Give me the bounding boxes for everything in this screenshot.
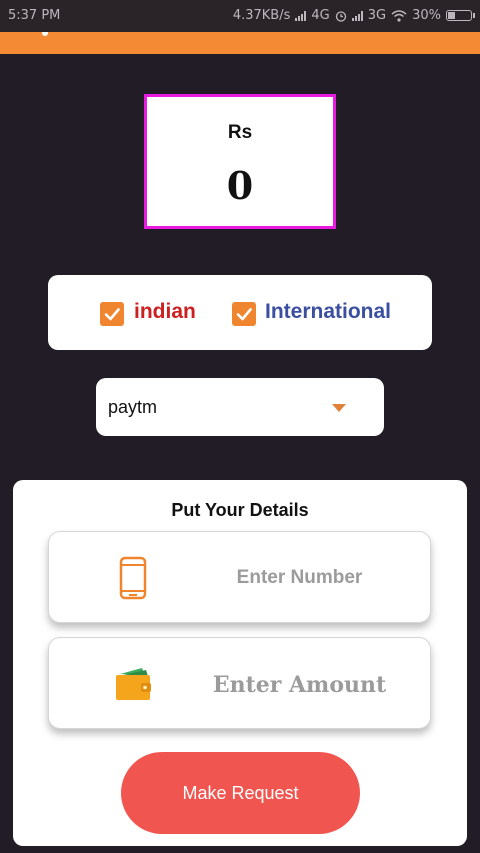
balance-card: Rs 0 bbox=[144, 94, 336, 229]
checkmark-icon bbox=[104, 308, 120, 321]
payment-method-value: paytm bbox=[108, 397, 158, 417]
number-field[interactable]: Enter Number bbox=[48, 531, 431, 623]
network-type-2: 3G bbox=[367, 8, 387, 23]
battery-percent: 30% bbox=[412, 8, 441, 23]
status-time: 5:37 PM bbox=[8, 8, 61, 23]
international-label[interactable]: International bbox=[265, 300, 391, 324]
signal-icon bbox=[295, 10, 307, 21]
balance-currency: Rs bbox=[227, 122, 253, 143]
chevron-down-icon bbox=[332, 404, 346, 412]
checkmark-icon bbox=[236, 308, 252, 321]
network-type-1: 4G bbox=[311, 8, 330, 23]
status-bar: 5:37 PM 4.37KB/s 4G 3G 30% bbox=[0, 0, 480, 32]
alarm-icon bbox=[335, 10, 346, 22]
signal-icon-2 bbox=[351, 10, 363, 21]
battery-icon bbox=[446, 10, 475, 21]
indian-checkbox[interactable] bbox=[100, 302, 124, 326]
number-placeholder: Enter Number bbox=[236, 567, 363, 588]
amount-placeholder: Enter Amount bbox=[212, 672, 387, 698]
international-checkbox[interactable] bbox=[232, 302, 256, 326]
make-request-button[interactable]: Make Request bbox=[121, 752, 360, 834]
network-speed: 4.37KB/s bbox=[232, 8, 291, 23]
amount-field[interactable]: Enter Amount bbox=[48, 637, 431, 729]
details-title: Put Your Details bbox=[171, 500, 309, 520]
app-header-bar bbox=[0, 32, 480, 54]
payment-method-dropdown[interactable]: paytm bbox=[96, 378, 384, 436]
wifi-icon bbox=[391, 9, 407, 22]
balance-amount: 0 bbox=[226, 163, 254, 208]
indian-label[interactable]: indian bbox=[134, 300, 196, 324]
header-indicator bbox=[42, 32, 48, 36]
